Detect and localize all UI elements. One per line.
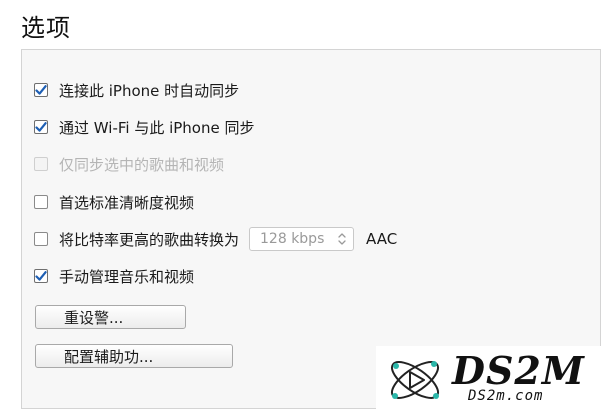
wifi-sync-checkbox[interactable] xyxy=(34,120,48,134)
watermark-domain: DS2m.com xyxy=(468,388,544,404)
bitrate-select[interactable]: 128 kbps xyxy=(249,227,355,251)
section-title: 选项 xyxy=(21,14,71,42)
atom-logo-icon xyxy=(391,361,439,399)
auto-sync-label: 连接此 iPhone 时自动同步 xyxy=(59,81,240,100)
bitrate-format-label: AAC xyxy=(366,230,398,248)
option-prefer-sd-video[interactable]: 首选标准清晰度视频 xyxy=(34,190,194,214)
manual-manage-label: 手动管理音乐和视频 xyxy=(59,267,195,286)
convert-bitrate-checkbox[interactable] xyxy=(34,232,48,246)
prefer-sd-video-checkbox[interactable] xyxy=(34,195,48,209)
checkmark-icon xyxy=(35,122,47,132)
option-sync-checked-only: 仅同步选中的歌曲和视频 xyxy=(34,152,224,176)
checkmark-icon xyxy=(35,271,47,281)
checkmark-icon xyxy=(35,85,47,95)
watermark-brand: DS2M xyxy=(452,348,585,393)
manual-manage-checkbox[interactable] xyxy=(34,269,48,283)
chevron-updown-icon xyxy=(338,233,346,245)
option-auto-sync[interactable]: 连接此 iPhone 时自动同步 xyxy=(34,78,239,102)
sync-checked-only-checkbox xyxy=(34,157,48,171)
option-convert-bitrate[interactable]: 将比特率更高的歌曲转换为 128 kbps AAC xyxy=(34,227,397,251)
reset-warnings-button[interactable]: 重设警... xyxy=(35,305,186,329)
sync-checked-only-label: 仅同步选中的歌曲和视频 xyxy=(59,155,225,174)
watermark: DS2M DS2m.com xyxy=(376,346,606,412)
auto-sync-checkbox[interactable] xyxy=(34,83,48,97)
convert-bitrate-label: 将比特率更高的歌曲转换为 xyxy=(59,230,240,249)
configure-accessibility-button[interactable]: 配置辅助功... xyxy=(35,344,233,368)
bitrate-select-value: 128 kbps xyxy=(260,231,325,247)
option-manual-manage[interactable]: 手动管理音乐和视频 xyxy=(34,264,194,288)
option-wifi-sync[interactable]: 通过 Wi-Fi 与此 iPhone 同步 xyxy=(34,115,255,139)
wifi-sync-label: 通过 Wi-Fi 与此 iPhone 同步 xyxy=(59,118,255,137)
prefer-sd-video-label: 首选标准清晰度视频 xyxy=(59,193,195,212)
sync-options-page: 选项 连接此 iPhone 时自动同步 通过 Wi-Fi 与此 iPhone 同… xyxy=(0,0,614,415)
